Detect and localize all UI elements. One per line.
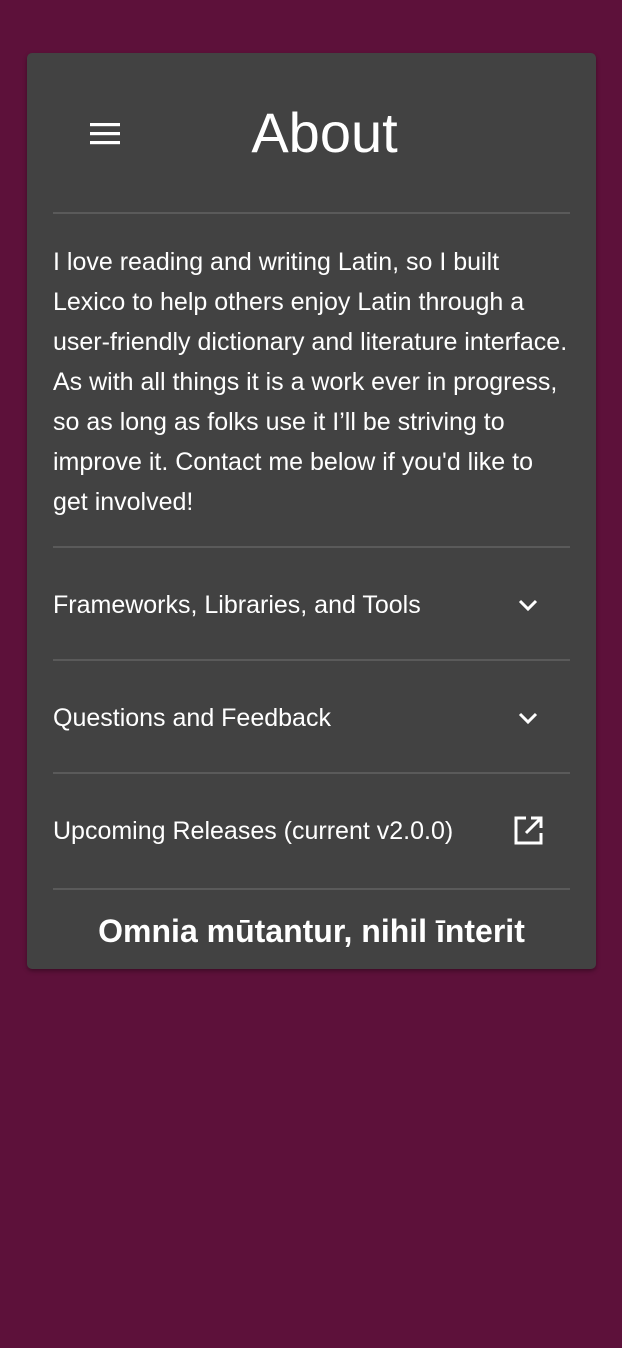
about-card: About I love reading and writing Latin, …: [27, 53, 596, 969]
card-header: About: [27, 53, 596, 213]
section-label: Upcoming Releases (current v2.0.0): [53, 816, 454, 845]
motto-divider: [53, 888, 570, 890]
section-releases[interactable]: Upcoming Releases (current v2.0.0): [53, 776, 570, 886]
section-frameworks[interactable]: Frameworks, Libraries, and Tools: [53, 550, 570, 660]
chevron-down-icon[interactable]: [512, 589, 544, 621]
section-divider: [53, 659, 570, 661]
intro-divider: [53, 546, 570, 548]
motto: Omnia mūtantur, nihil īnterit: [98, 913, 525, 949]
section-label: Questions and Feedback: [53, 703, 331, 732]
open-in-new-icon[interactable]: [512, 815, 544, 847]
page-title: About: [251, 101, 398, 164]
intro-text: I love reading and writing Latin, so I b…: [53, 248, 568, 516]
section-divider: [53, 772, 570, 774]
section-label: Frameworks, Libraries, and Tools: [53, 590, 421, 619]
section-questions[interactable]: Questions and Feedback: [53, 663, 570, 773]
header-divider: [53, 212, 570, 214]
chevron-down-icon[interactable]: [512, 702, 544, 734]
